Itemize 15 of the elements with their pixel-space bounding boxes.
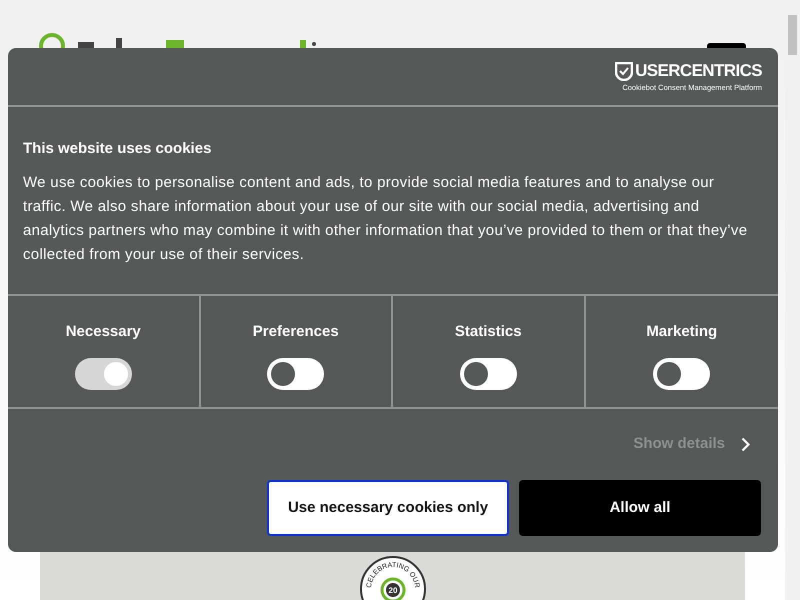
chevron-right-icon xyxy=(741,436,750,452)
necessary-only-button[interactable]: Use necessary cookies only xyxy=(267,480,509,536)
toggle-switch[interactable] xyxy=(653,358,710,390)
dialog-body-text: We use cookies to personalise content and ads, to provide social media features and to analyse our traffic. We also share information about your use of our site with our social media, advertising and analytics partners who may combine it with other information that you’ve provided to them or that they’ve collected from your use of their services. xyxy=(23,173,748,265)
toggle-switch[interactable] xyxy=(460,358,517,390)
allow-all-button[interactable]: Allow all xyxy=(519,480,761,536)
brand-name: USERCENTRICS xyxy=(635,61,762,82)
toggle-switch[interactable] xyxy=(267,358,324,390)
dialog-title: This website uses cookies xyxy=(23,140,212,158)
shield-icon xyxy=(615,62,634,81)
category-label: Necessary xyxy=(66,322,141,342)
category-label: Statistics xyxy=(454,322,522,342)
category-label: Marketing xyxy=(646,322,718,342)
category-label: Preferences xyxy=(252,322,339,342)
scrollbar[interactable] xyxy=(785,0,800,600)
